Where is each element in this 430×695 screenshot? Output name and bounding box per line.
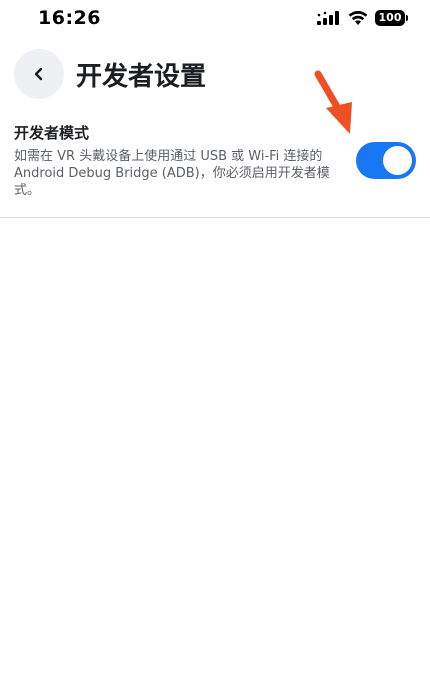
page-title: 开发者设置 — [76, 61, 207, 92]
battery-tip — [406, 15, 408, 21]
annotation-arrow-icon — [314, 70, 352, 134]
developer-mode-description: 如需在 VR 头戴设备上使用通过 USB 或 Wi-Fi 连接的 Android… — [14, 149, 330, 198]
status-icons: 100 — [317, 9, 408, 27]
header: 开发者设置 — [14, 48, 206, 100]
wifi-icon — [348, 10, 368, 25]
developer-mode-title: 开发者模式 — [14, 124, 90, 142]
signal-icon — [317, 11, 339, 25]
developer-mode-toggle[interactable] — [356, 142, 416, 179]
status-time: 16:26 — [38, 7, 101, 29]
developer-mode-setting: 开发者模式 如需在 VR 头戴设备上使用通过 USB 或 Wi-Fi 连接的 A… — [0, 120, 430, 218]
developer-settings-page: 16:26 100 开发者设置 开发者模式 如需在 VR 头戴设备上使用通过 U… — [0, 0, 430, 695]
status-bar: 16:26 100 — [0, 0, 430, 40]
battery-icon: 100 — [375, 10, 408, 26]
back-button[interactable] — [14, 49, 64, 99]
toggle-knob — [383, 146, 412, 175]
chevron-left-icon — [34, 67, 43, 81]
battery-level: 100 — [375, 10, 405, 26]
